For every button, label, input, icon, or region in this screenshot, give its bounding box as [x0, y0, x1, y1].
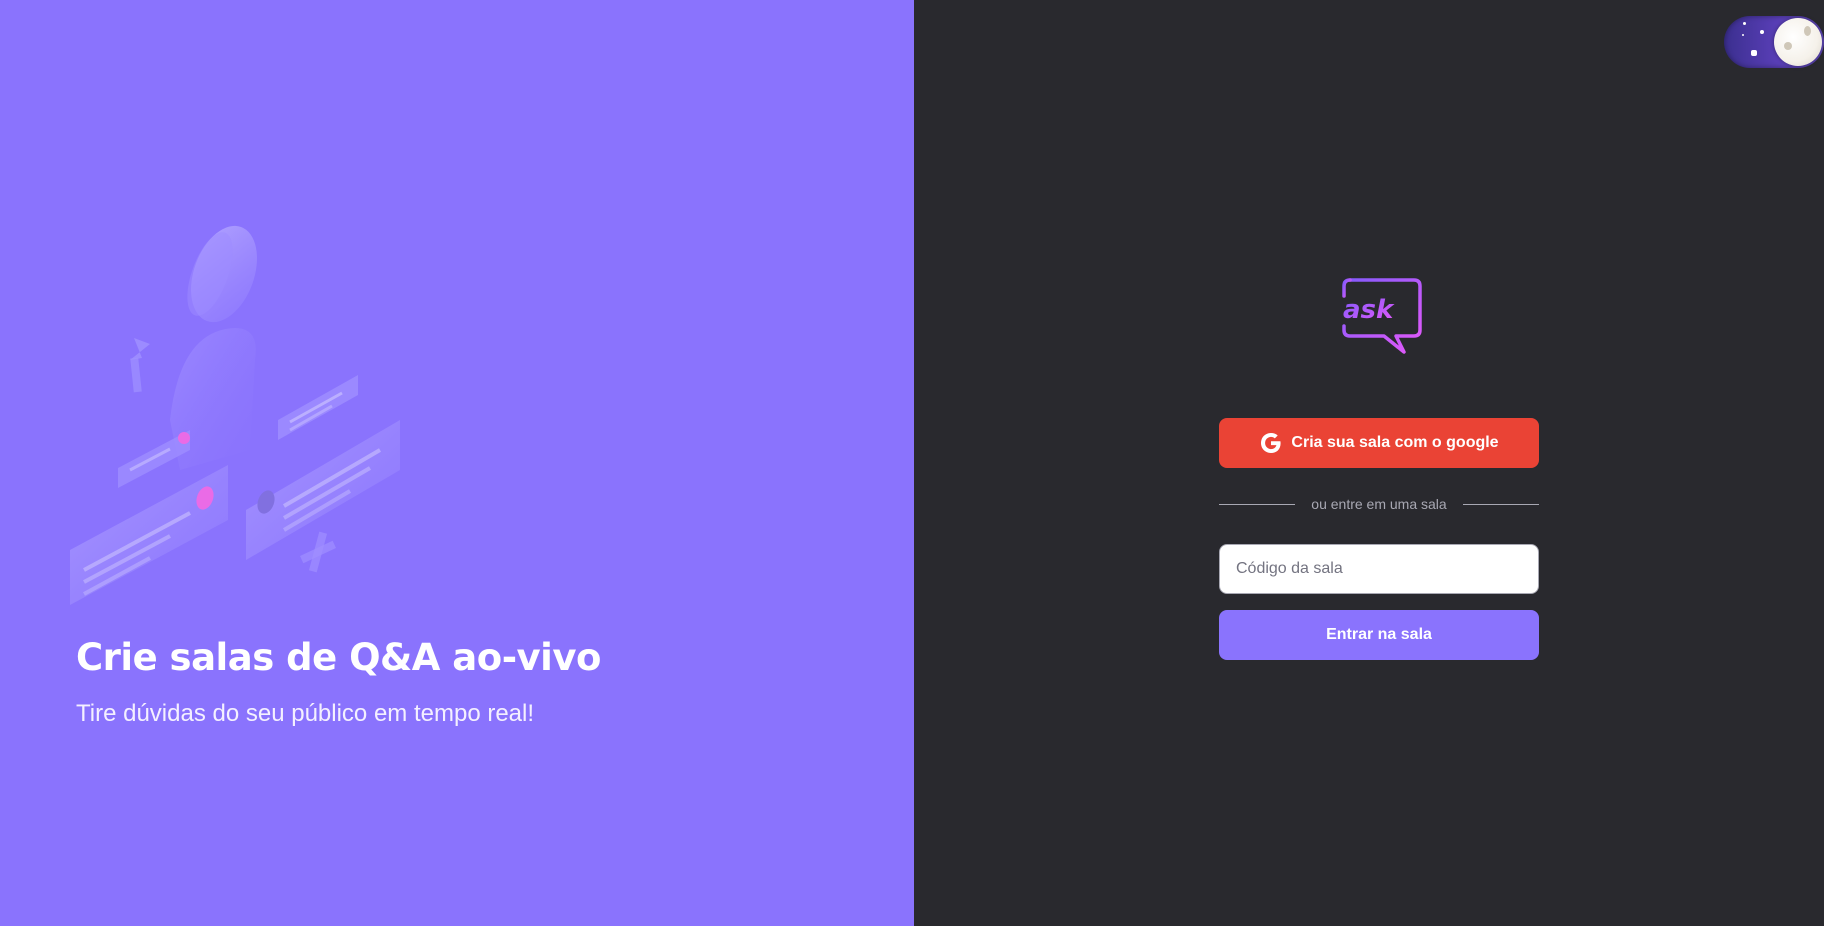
star-icon — [1760, 30, 1764, 34]
enter-button-label: Entrar na sala — [1326, 626, 1432, 643]
moon-crater — [1804, 26, 1811, 36]
moon-crater — [1784, 42, 1792, 50]
illustration-icon — [70, 225, 400, 605]
logo-text: ask — [1343, 295, 1395, 325]
room-code-input[interactable] — [1219, 544, 1539, 594]
star-icon — [1742, 34, 1744, 36]
star-icon — [1743, 22, 1746, 25]
hero-subtitle: Tire dúvidas do seu público em tempo rea… — [76, 700, 535, 727]
create-room-google-button[interactable]: Cria sua sala com o google — [1219, 418, 1539, 468]
theme-toggle[interactable] — [1724, 16, 1824, 68]
separator: ou entre em uma sala — [1219, 496, 1539, 512]
moon-icon — [1774, 18, 1822, 66]
separator-text: ou entre em uma sala — [1311, 496, 1447, 512]
star-icon — [1751, 50, 1757, 56]
page: Crie salas de Q&A ao-vivo Tire dúvidas d… — [0, 0, 1824, 926]
separator-line-right — [1462, 503, 1539, 505]
google-button-label: Cria sua sala com o google — [1291, 434, 1499, 451]
enter-room-button[interactable]: Entrar na sala — [1219, 610, 1539, 660]
aside-panel: Crie salas de Q&A ao-vivo Tire dúvidas d… — [0, 0, 914, 926]
google-icon — [1261, 433, 1282, 453]
auth-content: ask Cria sua sala com o google ou entre … — [1219, 278, 1539, 660]
separator-line-left — [1219, 503, 1296, 505]
logo: ask — [1342, 278, 1422, 354]
hero-title: Crie salas de Q&A ao-vivo — [76, 636, 601, 679]
